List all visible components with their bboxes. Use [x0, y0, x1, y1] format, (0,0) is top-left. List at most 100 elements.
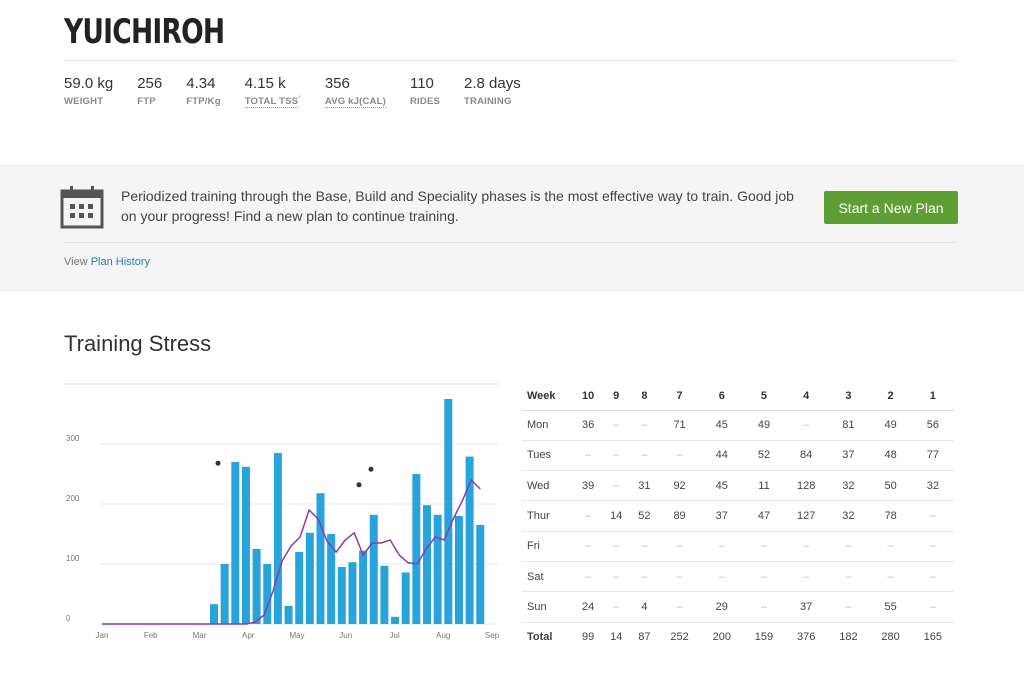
table-cell: –: [785, 561, 828, 593]
calendar-icon: [60, 186, 104, 229]
x-tick-label: Sep: [485, 631, 500, 640]
y-tick-label: 0: [66, 614, 71, 623]
stat-label: RIDES: [409, 96, 441, 107]
table-cell: 252: [670, 631, 689, 644]
stat-avg-kj: 356 AVG kJ(CAL): [324, 75, 386, 108]
weekly-tss-table: Week 10 9 8 7 6 5 4 3 2 1 Mon 36– –71 45 49–81 49 56 Tues…: [522, 382, 954, 652]
plan-banner: Periodized training through the Base, Bu…: [0, 165, 1024, 291]
table-cell: –: [785, 410, 828, 441]
table-cell: 81: [827, 410, 870, 441]
stat-label-tss[interactable]: TOTAL TSS°: [244, 96, 301, 109]
stat-label: WEIGHT: [64, 96, 104, 107]
table-cell: –: [630, 440, 659, 472]
chart-bar: [284, 606, 293, 624]
column-header-week: Week: [522, 382, 574, 411]
table-cell: –: [700, 531, 743, 562]
stat-value: 4.15 k: [244, 75, 286, 92]
table-cell: 127: [785, 500, 828, 532]
row-label: Fri: [522, 531, 574, 562]
chart-bar: [380, 565, 389, 624]
table-cell: 32: [911, 470, 954, 502]
column-header: 5: [742, 382, 786, 411]
x-tick-label: Mar: [193, 631, 207, 640]
column-header: 6: [700, 382, 743, 411]
table-cell: –: [658, 591, 701, 623]
plan-history-link[interactable]: Plan History: [91, 256, 150, 268]
chart-bar: [359, 550, 368, 624]
chart-bar: [454, 516, 463, 624]
table-cell: 29: [700, 591, 743, 623]
table-cell: –: [742, 531, 786, 562]
table-cell: –: [785, 531, 828, 562]
table-cell: 182: [839, 631, 858, 644]
table-cell: 32: [827, 470, 870, 502]
chart-point: [356, 482, 362, 488]
column-header: 1: [911, 382, 954, 411]
stat-rides: 110 RIDES: [410, 75, 440, 107]
y-tick-label: 100: [66, 554, 80, 563]
table-row: Wed 39–31 92 45 11 128 32 50 32: [522, 470, 954, 502]
stat-value: 256: [137, 75, 163, 92]
stat-label-kj[interactable]: AVG kJ(CAL): [324, 96, 386, 108]
chart-bar: [401, 572, 410, 624]
chart-bar: [241, 466, 250, 624]
x-tick-label: Feb: [144, 631, 158, 640]
chart-bar: [369, 514, 378, 624]
chart-bar: [252, 549, 261, 624]
table-cell: 159: [754, 631, 774, 644]
column-header: 9: [602, 382, 631, 411]
stat-label: AVG kJ(CAL): [324, 96, 386, 108]
table-cell: 47: [742, 500, 786, 532]
table-cell: –: [658, 561, 701, 593]
table-cell: 84: [785, 440, 828, 472]
chart-bar: [348, 562, 357, 624]
chart-bar: [476, 525, 485, 624]
start-new-plan-button[interactable]: Start a New Plan: [824, 191, 958, 224]
banner-message: Periodized training through the Base, Bu…: [121, 188, 794, 224]
x-tick-label: Jul: [389, 631, 399, 640]
table-cell: –: [911, 531, 954, 562]
table-cell: 71: [658, 410, 701, 441]
stat-ftp-kg: 4.34 FTP/Kg: [186, 75, 220, 107]
section-title: Training Stress: [64, 331, 212, 356]
table-cell: –: [827, 531, 870, 562]
training-stress-chart: 0 100 200 300 Jan Feb Mar Apr May Jun Jul Aug Sep: [64, 383, 500, 640]
table-cell: –: [742, 561, 786, 593]
table-cell: –: [602, 410, 631, 441]
table-cell: 56: [911, 410, 954, 441]
table-cell: 39: [574, 470, 603, 502]
chart-bar: [444, 399, 453, 624]
table-cell: –: [911, 500, 954, 532]
table-cell: –: [602, 440, 631, 472]
table-cell: 49: [742, 410, 786, 441]
chart-bar: [391, 616, 400, 624]
stat-label: TOTAL TSS: [244, 96, 299, 109]
y-tick-label: 200: [66, 494, 80, 503]
table-cell: 31: [630, 470, 659, 502]
y-tick-label: 300: [66, 434, 80, 443]
table-header-row: Week 10 9 8 7 6 5 4 3 2 1: [522, 382, 954, 411]
athlete-name: YUICHIROH: [64, 12, 225, 52]
x-tick-label: Aug: [436, 631, 450, 640]
stats-row: 59.0 kg WEIGHT 256 FTP 4.34 FTP/Kg 4.15 …: [64, 75, 545, 109]
chart-bar: [220, 564, 229, 624]
table-cell: 87: [638, 631, 651, 644]
x-tick-label: Jun: [339, 631, 352, 640]
stat-total-tss: 4.15 k TOTAL TSS°: [244, 75, 301, 109]
table-cell: –: [742, 591, 786, 623]
table-cell: 99: [581, 631, 595, 644]
table-cell: 280: [881, 631, 900, 644]
chart-bar: [412, 474, 421, 624]
table-cell: 37: [785, 591, 828, 623]
table-cell: 11: [742, 470, 786, 502]
table-cell: 165: [923, 631, 943, 644]
table-cell: –: [574, 561, 603, 593]
table-cell: –: [602, 591, 631, 623]
table-cell: 36: [574, 410, 603, 441]
x-tick-label: May: [289, 631, 304, 640]
stat-label: FTP: [137, 96, 156, 107]
stat-weight: 59.0 kg WEIGHT: [64, 75, 113, 107]
chart-bar: [231, 462, 240, 624]
plan-history: View Plan History: [64, 256, 150, 268]
table-cell: –: [574, 531, 603, 562]
